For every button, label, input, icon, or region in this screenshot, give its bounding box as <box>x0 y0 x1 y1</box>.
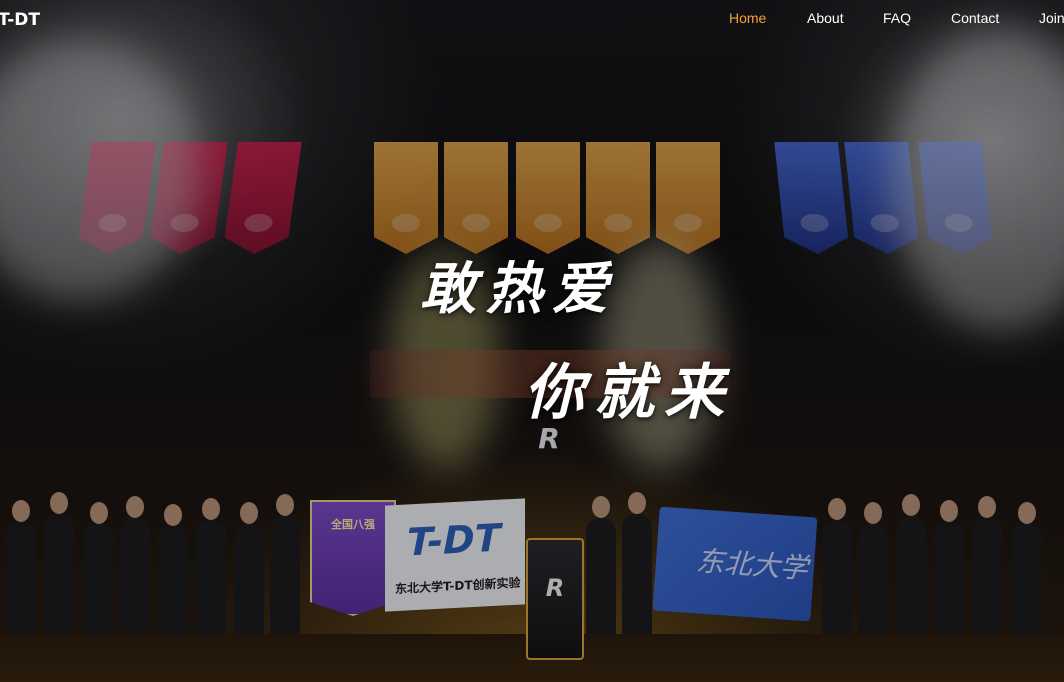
nav-link-about[interactable]: About <box>807 10 844 26</box>
site-logo[interactable]: T-DT <box>0 10 40 30</box>
hero-background: R 全国八强 T-DT 东北大学T-DT创新实验 R 东北大学 敢热爱 你就来 … <box>0 0 1064 682</box>
top-navigation: T-DT Home About FAQ Contact Join <box>0 0 1064 36</box>
dark-overlay <box>0 0 1064 682</box>
slogan-line-1: 敢热爱 <box>420 256 618 322</box>
nav-link-home[interactable]: Home <box>729 10 766 26</box>
nav-link-contact[interactable]: Contact <box>951 10 999 26</box>
nav-link-join[interactable]: Join <box>1039 10 1064 26</box>
nav-link-faq[interactable]: FAQ <box>883 10 911 26</box>
slogan-line-2: 你就来 <box>524 358 734 428</box>
